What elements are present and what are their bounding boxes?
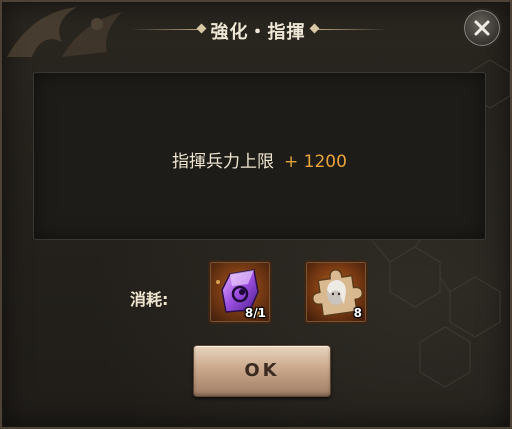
bonus-label: 指揮兵力上限 <box>172 152 275 172</box>
title-divider-right <box>318 29 388 30</box>
title-bar: 強化・指揮 <box>2 2 510 58</box>
cost-item-crystal[interactable]: 8/1 <box>208 260 272 324</box>
bonus-value: + 1200 <box>284 152 347 172</box>
close-button[interactable] <box>462 8 502 48</box>
cost-item-puzzle[interactable]: 8 <box>304 260 368 324</box>
ok-button[interactable]: OK <box>193 345 331 397</box>
bonus-line: 指揮兵力上限 + 1200 <box>34 147 485 172</box>
enhance-command-dialog: 強化・指揮 指揮兵力上限 + 1200 消耗: 8/1 8 OK <box>0 0 512 429</box>
bonus-info-panel: 指揮兵力上限 + 1200 <box>33 72 486 240</box>
close-icon <box>474 20 490 36</box>
cost-label: 消耗: <box>130 290 169 309</box>
crystal-count: 8/1 <box>244 306 266 320</box>
puzzle-count: 8 <box>353 306 362 320</box>
dialog-title: 強化・指揮 <box>210 22 306 43</box>
